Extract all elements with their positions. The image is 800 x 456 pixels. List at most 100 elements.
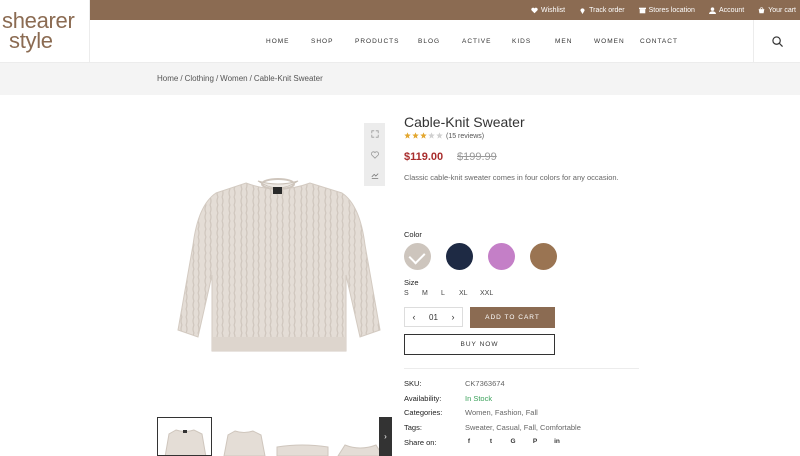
- logo-line-2: style: [9, 28, 53, 53]
- breadcrumb-separator: /: [249, 74, 252, 83]
- zoom-button[interactable]: [364, 123, 385, 144]
- size-option-m[interactable]: M: [422, 290, 428, 297]
- nav-products[interactable]: PRODUCTS: [355, 38, 399, 45]
- nav-men[interactable]: MEN: [555, 38, 572, 45]
- nav-blog[interactable]: BLOG: [418, 38, 440, 45]
- buy-now-button[interactable]: BUY NOW: [404, 334, 555, 355]
- nav-kids[interactable]: KIDS: [512, 38, 531, 45]
- brand-logo[interactable]: shearer style: [0, 0, 90, 62]
- sku-label: SKU:: [404, 379, 422, 388]
- quantity-stepper: ‹ 01 ›: [404, 307, 463, 327]
- color-swatch-navy[interactable]: [446, 243, 473, 270]
- twitter-icon[interactable]: t: [487, 438, 495, 446]
- tags-value[interactable]: Sweater, Casual, Fall, Comfortable: [465, 423, 581, 432]
- thumbnail-next-button[interactable]: ›: [379, 417, 392, 456]
- thumbnail-3[interactable]: [275, 417, 330, 456]
- size-option-xxl[interactable]: XXL: [480, 290, 493, 297]
- star-empty-icon: [428, 132, 435, 139]
- thumbnail-image: [164, 429, 207, 455]
- heart-outline-icon: [370, 150, 379, 159]
- share-label: Share on:: [404, 438, 437, 447]
- location-pin-icon: [580, 7, 585, 14]
- size-label: Size: [404, 278, 419, 287]
- cart-icon: [758, 6, 765, 13]
- star-empty-icon: [436, 132, 443, 139]
- chevron-left-icon: ‹: [412, 312, 416, 322]
- nav-women[interactable]: WOMEN: [594, 38, 625, 45]
- breadcrumb-current: Cable-Knit Sweater: [253, 74, 323, 83]
- increment-button[interactable]: ›: [444, 312, 462, 322]
- color-swatch-cream[interactable]: [404, 243, 431, 270]
- breadcrumb-home[interactable]: Home: [157, 74, 178, 83]
- star-filled-icon: [412, 132, 419, 139]
- color-swatch-camel[interactable]: [530, 243, 557, 270]
- cart-link[interactable]: Your cart: [758, 7, 796, 14]
- nav-home[interactable]: HOME: [266, 38, 290, 45]
- search-button[interactable]: [753, 20, 800, 62]
- reviews-link[interactable]: (15 reviews): [446, 133, 484, 140]
- pinterest-icon[interactable]: P: [531, 438, 539, 446]
- size-option-l[interactable]: L: [441, 290, 445, 297]
- expand-icon: [370, 129, 379, 138]
- breadcrumb-separator: /: [215, 74, 219, 83]
- breadcrumb-clothing[interactable]: Clothing: [185, 74, 214, 83]
- wishlist-label: Wishlist: [540, 6, 566, 14]
- size-option-xl[interactable]: XL: [459, 290, 468, 297]
- availability-value: In Stock: [465, 394, 493, 403]
- facebook-icon[interactable]: f: [465, 438, 473, 446]
- product-image[interactable]: [160, 165, 395, 365]
- nav-active[interactable]: ACTIVE: [462, 38, 491, 45]
- wishlist-button[interactable]: [364, 144, 385, 165]
- breadcrumb-separator: /: [180, 74, 183, 83]
- user-icon: [708, 6, 716, 14]
- track-order-label: Track order: [589, 6, 625, 14]
- star-filled-icon: [404, 132, 411, 139]
- product-title: Cable-Knit Sweater: [404, 114, 525, 130]
- availability-label: Availability:: [404, 394, 442, 403]
- thumbnail-image: [276, 444, 329, 456]
- store-icon: [638, 7, 646, 13]
- size-option-s[interactable]: S: [404, 290, 409, 297]
- star-filled-icon: [420, 132, 427, 139]
- rating-stars: [404, 132, 443, 139]
- tags-label: Tags:: [404, 423, 422, 432]
- nav-shop[interactable]: SHOP: [311, 38, 333, 45]
- categories-label: Categories:: [404, 408, 443, 417]
- top-bar: Wishlist Track order Stores location Acc…: [90, 0, 800, 20]
- product-description: Classic cable-knit sweater comes in four…: [404, 173, 619, 182]
- thumbnail-strip: [157, 417, 392, 456]
- chevron-right-icon: ›: [384, 432, 387, 441]
- heart-icon: [531, 7, 538, 13]
- wishlist-link[interactable]: Wishlist: [531, 7, 565, 14]
- meta-divider: [404, 368, 639, 369]
- thumbnail-1[interactable]: [157, 417, 212, 456]
- track-order-link[interactable]: Track order: [579, 7, 625, 14]
- add-to-cart-button[interactable]: ADD TO CART: [470, 307, 555, 328]
- categories-value[interactable]: Women, Fashion, Fall: [465, 408, 538, 417]
- stores-location-label: Stores location: [648, 6, 695, 14]
- account-label: Account: [718, 6, 745, 14]
- color-swatch-lilac[interactable]: [488, 243, 515, 270]
- search-icon: [771, 35, 783, 47]
- sku-value: CK7363674: [465, 379, 505, 388]
- stores-location-link[interactable]: Stores location: [638, 6, 695, 14]
- top-links: Wishlist Track order Stores location Acc…: [531, 0, 796, 20]
- account-link[interactable]: Account: [708, 6, 745, 14]
- nav-contact[interactable]: CONTACT: [640, 38, 678, 45]
- thumbnail-image: [223, 430, 266, 456]
- breadcrumb-women[interactable]: Women: [220, 74, 247, 83]
- chevron-right-icon: ›: [451, 312, 455, 322]
- breadcrumb: Home / Clothing / Women / Cable-Knit Sweater: [157, 74, 323, 83]
- decrement-button[interactable]: ‹: [405, 312, 423, 322]
- color-label: Color: [404, 230, 422, 239]
- breadcrumb-bar: Home / Clothing / Women / Cable-Knit Sweater: [0, 63, 800, 95]
- linkedin-icon[interactable]: in: [553, 438, 561, 446]
- share-icons: f t G P in: [465, 438, 561, 446]
- quantity-value[interactable]: 01: [423, 313, 444, 322]
- google-icon[interactable]: G: [509, 438, 517, 446]
- current-price: $119.00: [404, 151, 444, 163]
- thumbnail-2[interactable]: [217, 417, 272, 456]
- old-price: $199.99: [457, 151, 497, 163]
- main-nav: HOME SHOP PRODUCTS BLOG ACTIVE KIDS MEN …: [90, 20, 753, 62]
- cart-label: Your cart: [768, 6, 796, 14]
